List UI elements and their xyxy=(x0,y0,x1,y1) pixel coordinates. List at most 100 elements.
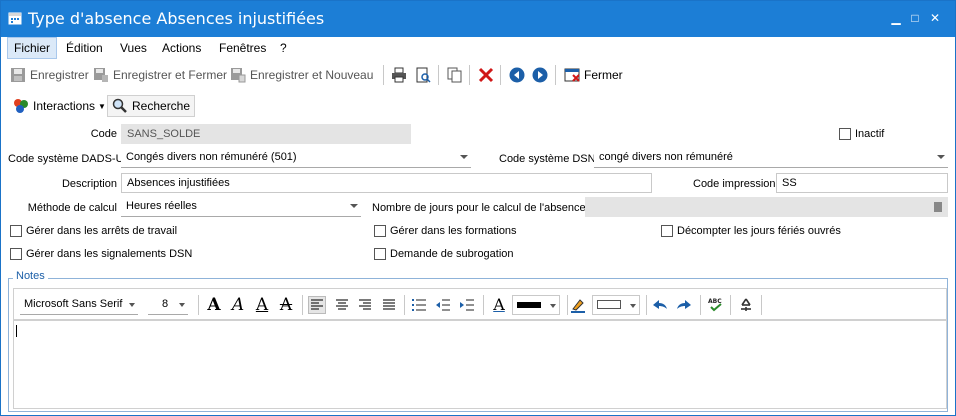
rtb-separator xyxy=(646,295,647,315)
calendar-icon xyxy=(8,12,22,25)
training-checkbox-box[interactable] xyxy=(374,225,386,237)
redo-icon[interactable] xyxy=(676,297,692,313)
rtb-separator xyxy=(483,295,484,315)
dsn-report-checkbox-box[interactable] xyxy=(10,248,22,260)
font-family-select[interactable]: Microsoft Sans Serif xyxy=(20,295,138,315)
chevron-down-icon: ▼ xyxy=(98,101,106,111)
interactions-button[interactable]: Interactions ▼ xyxy=(9,95,110,117)
strikethrough-icon[interactable]: A xyxy=(278,297,294,314)
chevron-down-icon xyxy=(630,304,636,308)
search-label: Recherche xyxy=(132,99,191,113)
toolbar-separator xyxy=(500,65,501,85)
font-color-icon[interactable]: A xyxy=(491,297,507,313)
save-label: Enregistrer xyxy=(30,68,89,82)
align-center-icon[interactable] xyxy=(334,297,350,313)
floppy-icon xyxy=(11,68,25,82)
toolbar-separator xyxy=(438,65,439,85)
search-button[interactable]: Recherche xyxy=(107,95,196,117)
align-left-icon[interactable] xyxy=(308,296,326,314)
toolbar-separator xyxy=(383,65,384,85)
dsn-select[interactable]: congé divers non rémunéré xyxy=(594,148,948,168)
spellcheck-icon[interactable]: ABC xyxy=(708,297,724,313)
rtb-separator xyxy=(761,295,762,315)
chevron-down-icon xyxy=(550,304,556,308)
menu-help[interactable]: ? xyxy=(274,37,293,59)
font-family-value: Microsoft Sans Serif xyxy=(24,298,123,310)
underline-icon[interactable]: A xyxy=(254,297,270,314)
holidays-checkbox-box[interactable] xyxy=(661,225,673,237)
save-new-label: Enregistrer et Nouveau xyxy=(250,68,374,82)
dsn-select-value: congé divers non rémunéré xyxy=(599,151,733,163)
work-stop-label: Gérer dans les arrêts de travail xyxy=(26,225,178,237)
days-label: Nombre de jours pour le calcul de l'abse… xyxy=(372,202,586,214)
description-field[interactable]: Absences injustifiées xyxy=(121,173,652,193)
inactive-checkbox[interactable]: Inactif xyxy=(839,128,884,140)
rich-text-toolbar: Microsoft Sans Serif 8 A A A A A ABC xyxy=(13,288,947,320)
dsn-report-label: Gérer dans les signalements DSN xyxy=(26,248,193,260)
menu-actions[interactable]: Actions xyxy=(156,37,207,59)
training-checkbox[interactable]: Gérer dans les formations xyxy=(374,225,517,237)
holidays-checkbox[interactable]: Décompter les jours fériés ouvrés xyxy=(661,225,841,237)
menu-vues[interactable]: Vues xyxy=(114,37,153,59)
code-field[interactable]: SANS_SOLDE xyxy=(121,124,411,144)
window-title: Type d'absence Absences injustifiées xyxy=(28,9,325,28)
subrogation-checkbox-box[interactable] xyxy=(374,248,386,260)
notes-legend: Notes xyxy=(13,270,48,282)
menu-fichier[interactable]: Fichier xyxy=(7,37,58,59)
recycle-icon[interactable] xyxy=(738,297,754,313)
calculator-icon[interactable] xyxy=(934,202,942,212)
italic-icon[interactable]: A xyxy=(230,297,246,314)
copy-icon[interactable] xyxy=(447,67,463,83)
chevron-down-icon xyxy=(179,303,185,307)
print-code-field[interactable]: SS xyxy=(776,173,948,193)
days-field[interactable] xyxy=(585,197,948,217)
bold-icon[interactable]: A xyxy=(206,297,222,314)
highlight-color-select[interactable] xyxy=(592,295,640,315)
undo-icon[interactable] xyxy=(652,297,668,313)
save-close-button[interactable]: Enregistrer et Fermer xyxy=(93,65,227,85)
delete-icon[interactable] xyxy=(478,67,494,83)
maximize-button[interactable]: □ xyxy=(908,11,922,25)
font-color-select[interactable] xyxy=(512,295,560,315)
menu-edition[interactable]: Édition xyxy=(60,37,109,59)
highlight-icon[interactable] xyxy=(570,297,586,313)
subrogation-checkbox[interactable]: Demande de subrogation xyxy=(374,248,514,260)
notes-editor[interactable] xyxy=(13,320,947,409)
inactive-checkbox-box[interactable] xyxy=(839,128,851,140)
save-button[interactable]: Enregistrer xyxy=(10,65,89,85)
justify-icon[interactable] xyxy=(381,297,397,313)
dads-select[interactable]: Congés divers non rémunéré (501) xyxy=(121,148,471,168)
save-new-button[interactable]: Enregistrer et Nouveau xyxy=(230,65,373,85)
text-caret xyxy=(16,325,17,337)
print-icon[interactable] xyxy=(391,67,407,83)
interactions-icon xyxy=(14,99,28,113)
training-label: Gérer dans les formations xyxy=(390,225,517,237)
next-icon[interactable] xyxy=(532,67,548,83)
align-right-icon[interactable] xyxy=(357,297,373,313)
bullet-list-icon[interactable] xyxy=(411,297,427,313)
outdent-icon[interactable] xyxy=(435,297,451,313)
print-preview-icon[interactable] xyxy=(415,67,431,83)
code-label: Code xyxy=(90,128,117,140)
work-stop-checkbox[interactable]: Gérer dans les arrêts de travail xyxy=(10,225,177,237)
rtb-separator xyxy=(302,295,303,315)
font-size-select[interactable]: 8 xyxy=(148,295,188,315)
search-icon xyxy=(112,98,127,113)
toolbar: Enregistrer Enregistrer et Fermer Enregi… xyxy=(1,61,955,89)
toolbar-separator xyxy=(469,65,470,85)
rtb-separator xyxy=(198,295,199,315)
interactions-label: Interactions xyxy=(33,99,96,113)
close-window-button[interactable]: ✕ xyxy=(928,11,942,25)
dsn-report-checkbox[interactable]: Gérer dans les signalements DSN xyxy=(10,248,192,260)
method-select[interactable]: Heures réelles xyxy=(121,197,361,217)
previous-icon[interactable] xyxy=(509,67,525,83)
indent-icon[interactable] xyxy=(459,297,475,313)
print-code-label: Code impression xyxy=(693,178,776,190)
font-color-swatch xyxy=(517,302,541,308)
rtb-separator xyxy=(700,295,701,315)
work-stop-checkbox-box[interactable] xyxy=(10,225,22,237)
minimize-button[interactable]: ▁ xyxy=(889,11,903,25)
close-button[interactable]: Fermer xyxy=(564,65,623,85)
rtb-separator xyxy=(730,295,731,315)
menu-fenetres[interactable]: Fenêtres xyxy=(213,37,272,59)
